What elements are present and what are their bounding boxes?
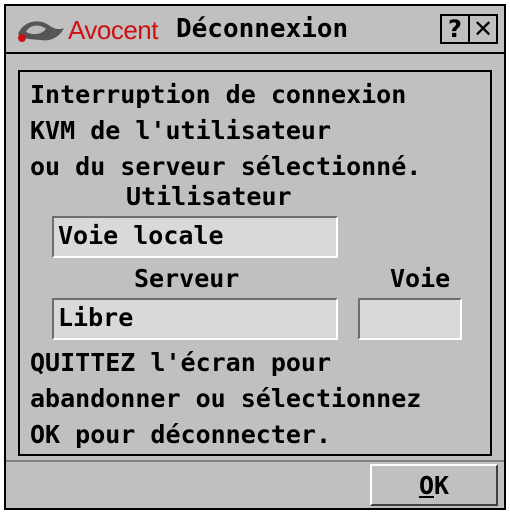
message-line-2: KVM de l'utilisateur — [30, 116, 332, 145]
channel-label: Voie — [390, 264, 451, 293]
close-button[interactable]: ✕ — [468, 14, 498, 44]
window-title: Déconnexion — [176, 14, 349, 44]
message-line-1: Interruption de connexion — [30, 80, 407, 109]
help-button[interactable]: ? — [440, 14, 470, 44]
server-label: Serveur — [134, 264, 240, 293]
close-icon: ✕ — [472, 15, 494, 43]
ok-button-label: K — [434, 470, 450, 500]
channel-field — [358, 298, 462, 340]
instruction-line-2: abandonner ou sélectionnez — [30, 384, 422, 413]
server-field: Libre — [52, 298, 338, 340]
instruction-line-1: QUITTEZ l'écran pour — [30, 348, 332, 377]
user-field: Voie locale — [52, 216, 338, 258]
user-label: Utilisateur — [126, 182, 292, 211]
ok-button-mnemonic: O — [418, 470, 434, 500]
brand-name: Avocent — [68, 15, 158, 45]
ok-button[interactable]: OK — [370, 464, 498, 506]
title-bar[interactable]: Avocent Déconnexion ? ✕ — [6, 6, 504, 54]
footer-divider — [6, 460, 504, 462]
message-line-3: ou du serveur sélectionné. — [30, 152, 422, 181]
instruction-line-3: OK pour déconnecter. — [30, 420, 332, 449]
avocent-logo-icon — [14, 16, 66, 46]
content-panel: Interruption de connexion KVM de l'utili… — [18, 70, 492, 456]
help-icon: ? — [448, 15, 462, 43]
disconnect-dialog: Avocent Déconnexion ? ✕ Interruption de … — [4, 4, 506, 510]
